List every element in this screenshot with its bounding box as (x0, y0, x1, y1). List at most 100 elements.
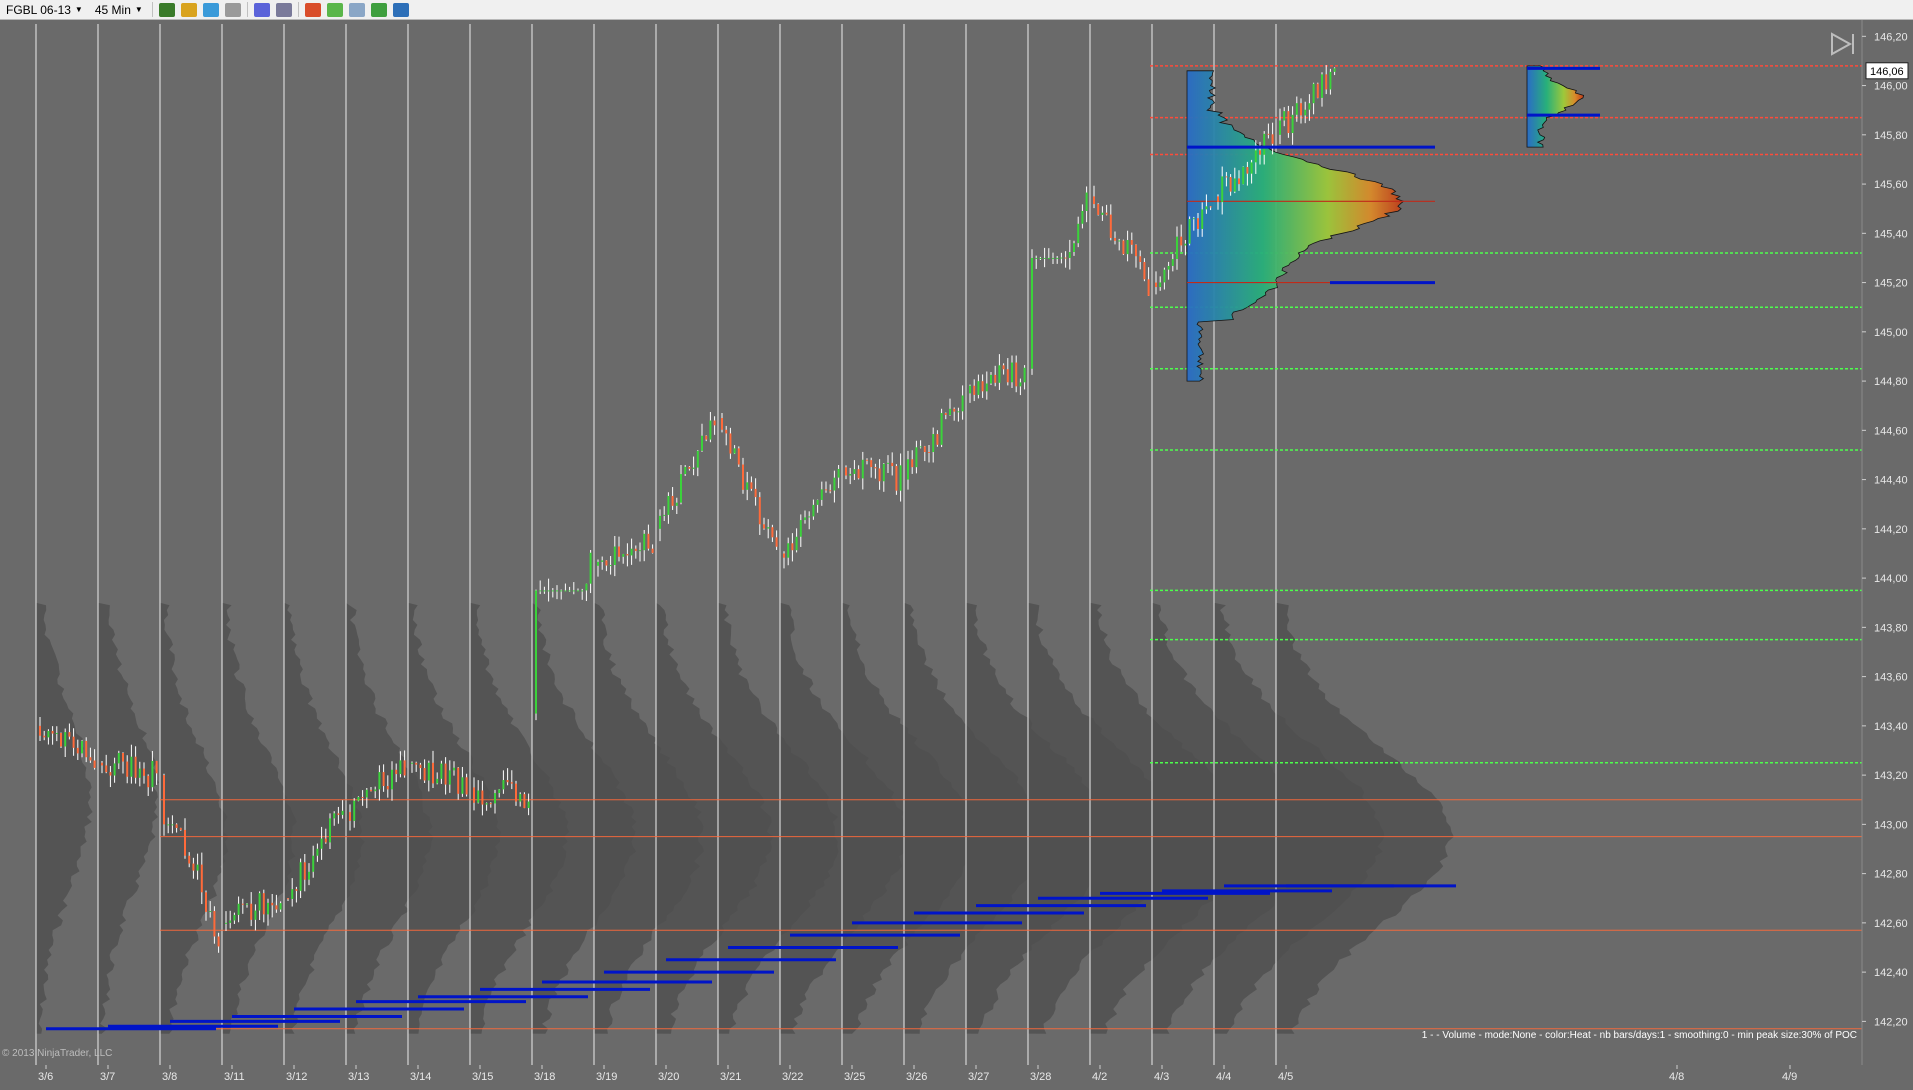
candle-body (763, 524, 765, 529)
scroll-to-end-button[interactable] (1831, 32, 1854, 56)
candle-body (502, 780, 505, 790)
candle-body (427, 762, 430, 781)
zoom-icon[interactable] (224, 2, 241, 17)
candle-body (386, 786, 389, 790)
price-tick-label: 146,00 (1874, 81, 1908, 93)
candle-body (151, 760, 154, 788)
price-tick-label: 145,60 (1874, 179, 1908, 191)
timeframe-selector[interactable]: 45 Min ▼ (89, 0, 149, 19)
candle-body (551, 590, 554, 592)
scroll-end-icon (1831, 32, 1853, 56)
candle-body (543, 590, 546, 592)
candle-body (994, 374, 997, 383)
candle-body (299, 862, 302, 891)
candle-body (829, 490, 832, 492)
candle-body (117, 753, 120, 764)
candle-body (729, 433, 732, 454)
candle-body (564, 590, 567, 592)
pointer-icon[interactable] (202, 2, 219, 17)
candle-body (932, 434, 935, 453)
candle-body (659, 515, 661, 529)
candle-body (55, 733, 58, 735)
volume-profile-3/8 (160, 602, 229, 1034)
candle-body (568, 590, 571, 592)
candle-body (485, 803, 488, 805)
candle-body (357, 797, 360, 801)
candle-body (1085, 192, 1088, 211)
candle-body (675, 502, 678, 506)
candle-body (833, 477, 836, 491)
candle-body (923, 446, 926, 453)
candle-body (1068, 252, 1071, 258)
candle-body (72, 736, 75, 748)
time-tick-label: 3/22 (782, 1071, 803, 1083)
candle-body (808, 516, 811, 518)
candle-body (895, 466, 898, 491)
magnifier-icon[interactable] (275, 2, 292, 17)
time-tick-label: 3/20 (658, 1071, 679, 1083)
candle-body (709, 420, 712, 440)
candle-body (337, 813, 340, 815)
chart-panel[interactable]: 146,20 146,00 145,80 145,60 145,40 145,20 145,… (0, 20, 1913, 1065)
candle-body (585, 583, 588, 591)
chart-style-icon[interactable] (158, 2, 175, 17)
candle-body (444, 763, 447, 785)
candle-body (1171, 259, 1174, 266)
price-tick-label: 142,60 (1874, 918, 1908, 930)
candle-body (85, 740, 88, 758)
candle-body (998, 365, 1001, 383)
candle-body (436, 778, 439, 784)
candle-body (51, 730, 54, 734)
price-tick-label: 142,40 (1874, 967, 1908, 979)
candle-body (1023, 367, 1026, 383)
candle-body (630, 548, 633, 556)
candle-body (1163, 269, 1166, 283)
candle-body (1097, 204, 1100, 215)
candle-body (696, 450, 699, 468)
timeframe-label: 45 Min (94, 2, 131, 17)
chevron-down-icon: ▼ (74, 5, 83, 14)
candle-body (891, 462, 894, 467)
candle-body (324, 838, 327, 843)
candle-body (981, 381, 984, 392)
candle-body (196, 864, 199, 871)
drawing-tool-icon[interactable] (180, 2, 197, 17)
volume-profile-4/5 (1276, 602, 1454, 1034)
instrument-selector[interactable]: FGBL 06-13 ▼ (0, 0, 89, 19)
indicator-icon[interactable] (326, 2, 343, 17)
candle-body (634, 548, 637, 552)
candle-body (1209, 206, 1212, 208)
candle-body (1064, 257, 1067, 259)
candle-body (473, 787, 475, 803)
candle-body (217, 936, 220, 947)
dollar-icon[interactable] (370, 2, 387, 17)
candle-body (1192, 218, 1195, 220)
candle-body (432, 762, 434, 784)
candle-body (990, 374, 992, 384)
candle-body (175, 824, 178, 828)
candle-body (167, 824, 170, 826)
candle-body (754, 488, 757, 498)
price-chart[interactable]: 146,20 146,00 145,80 145,60 145,40 145,20 145,… (0, 20, 1913, 1065)
time-tick-label: 3/18 (534, 1071, 555, 1083)
strategy-icon[interactable] (348, 2, 365, 17)
candle-body (1312, 83, 1315, 104)
candle-body (1060, 257, 1063, 259)
candle-body (1263, 133, 1266, 155)
candle-body (560, 590, 563, 592)
price-tick-label: 143,60 (1874, 672, 1908, 684)
candle-body (1259, 150, 1261, 155)
time-tick-label: 3/25 (844, 1071, 865, 1083)
candle-body (870, 460, 873, 468)
candle-body (481, 790, 484, 805)
candle-body (1283, 111, 1286, 121)
price-tick-label: 144,00 (1874, 573, 1908, 585)
crosshair-icon[interactable] (253, 2, 270, 17)
candle-body (209, 911, 212, 913)
candle-body (1043, 257, 1046, 259)
properties-icon[interactable] (392, 2, 409, 17)
bar-chart-icon[interactable] (304, 2, 321, 17)
candle-body (1304, 109, 1307, 116)
candle-body (556, 590, 558, 592)
candle-body (229, 920, 232, 923)
